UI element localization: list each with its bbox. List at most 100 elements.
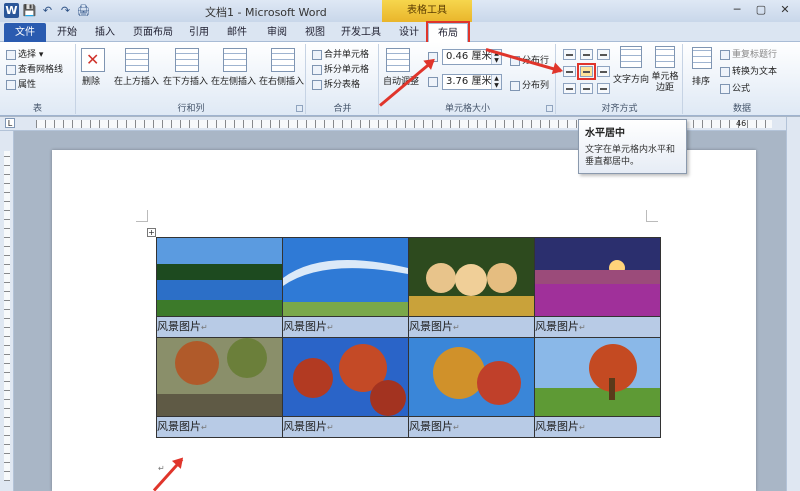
table-cell[interactable] (408, 337, 535, 417)
insert-above-icon[interactable] (125, 48, 149, 72)
caption-cell[interactable]: 风景图片↵ (282, 316, 409, 338)
close-icon[interactable]: ✕ (774, 2, 796, 18)
insert-above-button[interactable]: 在上方插入 (114, 74, 159, 87)
delete-button[interactable]: 删除 (82, 74, 100, 87)
group-cell-size: 自动调整 0.46 厘米▲▼ 3.76 厘米▲▼ 分布行 分布列 单元格大小 (380, 44, 556, 114)
table-cell[interactable] (156, 237, 283, 317)
table-cell[interactable] (282, 337, 409, 417)
table-cell[interactable] (408, 237, 535, 317)
split-table-button[interactable]: 拆分表格 (312, 77, 360, 90)
split-cells-button[interactable]: 拆分单元格 (312, 62, 369, 75)
column-width-spinner[interactable]: ▲ ▼ (491, 75, 501, 89)
caption-cell[interactable]: 风景图片↵ (408, 316, 535, 338)
cell-margins-icon[interactable] (655, 46, 675, 68)
insert-below-button[interactable]: 在下方插入 (163, 74, 208, 87)
insert-left-button[interactable]: 在左侧插入 (211, 74, 256, 87)
caption-cell[interactable]: 风景图片↵ (534, 316, 661, 338)
select-icon (6, 49, 16, 60)
align-bottom-right-button[interactable] (597, 83, 610, 94)
word-logo-icon[interactable]: W (4, 3, 19, 18)
tooltip: 水平居中 文字在单元格内水平和垂直都居中。 (578, 119, 687, 174)
formula-icon (720, 83, 730, 94)
align-top-left-button[interactable] (563, 49, 576, 60)
tab-home[interactable]: 开始 (50, 23, 84, 42)
tab-selector-icon[interactable]: L (5, 118, 15, 128)
sort-icon[interactable] (692, 47, 712, 69)
group-alignment: 文字方向 单元格边距 对齐方式 (557, 44, 683, 114)
align-top-center-button[interactable] (580, 49, 593, 60)
properties-button[interactable]: 属性 (6, 77, 36, 90)
delete-icon[interactable] (81, 48, 105, 72)
insert-below-icon[interactable] (175, 48, 199, 72)
insert-right-button[interactable]: 在右侧插入 (259, 74, 304, 87)
cell-size-launcher-icon[interactable] (546, 105, 553, 112)
vertical-ruler[interactable] (0, 131, 14, 491)
save-icon[interactable]: 💾 (22, 3, 37, 18)
tab-developer[interactable]: 开发工具 (338, 23, 384, 42)
three-puppies-image (409, 238, 534, 316)
caption-cell[interactable]: 风景图片↵ (408, 416, 535, 438)
tab-mailings[interactable]: 邮件 (222, 23, 252, 42)
merge-cells-icon (312, 49, 322, 60)
merge-cells-button[interactable]: 合并单元格 (312, 47, 369, 60)
caption-cell[interactable]: 风景图片↵ (534, 416, 661, 438)
tab-review[interactable]: 审阅 (262, 23, 292, 42)
redo-icon[interactable]: ↷ (58, 3, 73, 18)
caption-cell[interactable]: 风景图片↵ (156, 316, 283, 338)
tab-file[interactable]: 文件 (4, 23, 46, 42)
tab-references[interactable]: 引用 (184, 23, 214, 42)
caption-cell[interactable]: 风景图片↵ (282, 416, 409, 438)
text-direction-icon[interactable] (620, 46, 642, 68)
table-cell[interactable] (534, 337, 661, 417)
tab-view[interactable]: 视图 (300, 23, 330, 42)
group-label-data: 数据 (732, 104, 751, 114)
insert-right-icon[interactable] (271, 48, 295, 72)
tab-layout[interactable]: 布局 (426, 21, 470, 44)
tab-design[interactable]: 设计 (394, 23, 424, 42)
table-tools-context-label: 表格工具 (382, 0, 472, 22)
tab-page-layout[interactable]: 页面布局 (128, 23, 178, 42)
insert-left-icon[interactable] (223, 48, 247, 72)
align-top-right-button[interactable] (597, 49, 610, 60)
table-cell[interactable] (282, 237, 409, 317)
text-direction-button[interactable]: 文字方向 (613, 72, 649, 85)
align-middle-right-button[interactable] (597, 66, 610, 77)
table-move-handle-icon[interactable]: + (147, 228, 156, 237)
tab-insert[interactable]: 插入 (88, 23, 122, 42)
group-label-merge: 合并 (333, 104, 352, 114)
rows-columns-launcher-icon[interactable] (296, 105, 303, 112)
group-table: 选择 ▾ 查看网格线 属性 表 (0, 44, 76, 114)
convert-to-text-button[interactable]: 转换为文本 (720, 64, 777, 77)
align-bottom-center-button[interactable] (580, 83, 593, 94)
caption-cell[interactable]: 风景图片↵ (156, 416, 283, 438)
table-cell[interactable] (156, 337, 283, 417)
sort-button[interactable]: 排序 (692, 74, 710, 87)
group-label-table: 表 (32, 104, 42, 114)
vertical-ruler-scale (4, 151, 10, 481)
undo-icon[interactable]: ↶ (40, 3, 55, 18)
view-gridlines-button[interactable]: 查看网格线 (6, 62, 63, 75)
distribute-columns-button[interactable]: 分布列 (510, 78, 549, 91)
autumn-park-image (157, 338, 282, 416)
print-icon[interactable]: 🖨 (76, 3, 91, 18)
vertical-scrollbar[interactable] (786, 117, 800, 491)
tree-field-image (535, 338, 660, 416)
group-rows-columns: 删除 在上方插入 在下方插入 在左侧插入 在右侧插入 行和列 (77, 44, 306, 114)
align-center-button[interactable] (577, 63, 596, 80)
maximize-icon[interactable]: ▢ (750, 2, 772, 18)
cell-margins-button[interactable]: 单元格边距 (650, 72, 680, 94)
image-table[interactable]: 风景图片↵ 风景图片↵ 风景图片↵ 风景图片↵ 风景图片↵ 风景图片↵ 风景图片… (156, 237, 661, 438)
repeat-header-button[interactable]: 重复标题行 (720, 47, 777, 60)
align-middle-left-button[interactable] (563, 66, 576, 77)
properties-icon (6, 79, 16, 90)
sunset-flowers-image (535, 238, 660, 316)
group-label-alignment: 对齐方式 (601, 104, 638, 114)
column-width-input[interactable]: 3.76 厘米 ▲ ▼ (442, 74, 502, 90)
formula-button[interactable]: 公式 (720, 81, 750, 94)
distribute-columns-icon (510, 80, 520, 91)
autofit-icon[interactable] (386, 48, 410, 72)
select-button[interactable]: 选择 ▾ (6, 47, 43, 60)
align-bottom-left-button[interactable] (563, 83, 576, 94)
minimize-icon[interactable]: ─ (726, 2, 748, 18)
table-cell[interactable] (534, 237, 661, 317)
